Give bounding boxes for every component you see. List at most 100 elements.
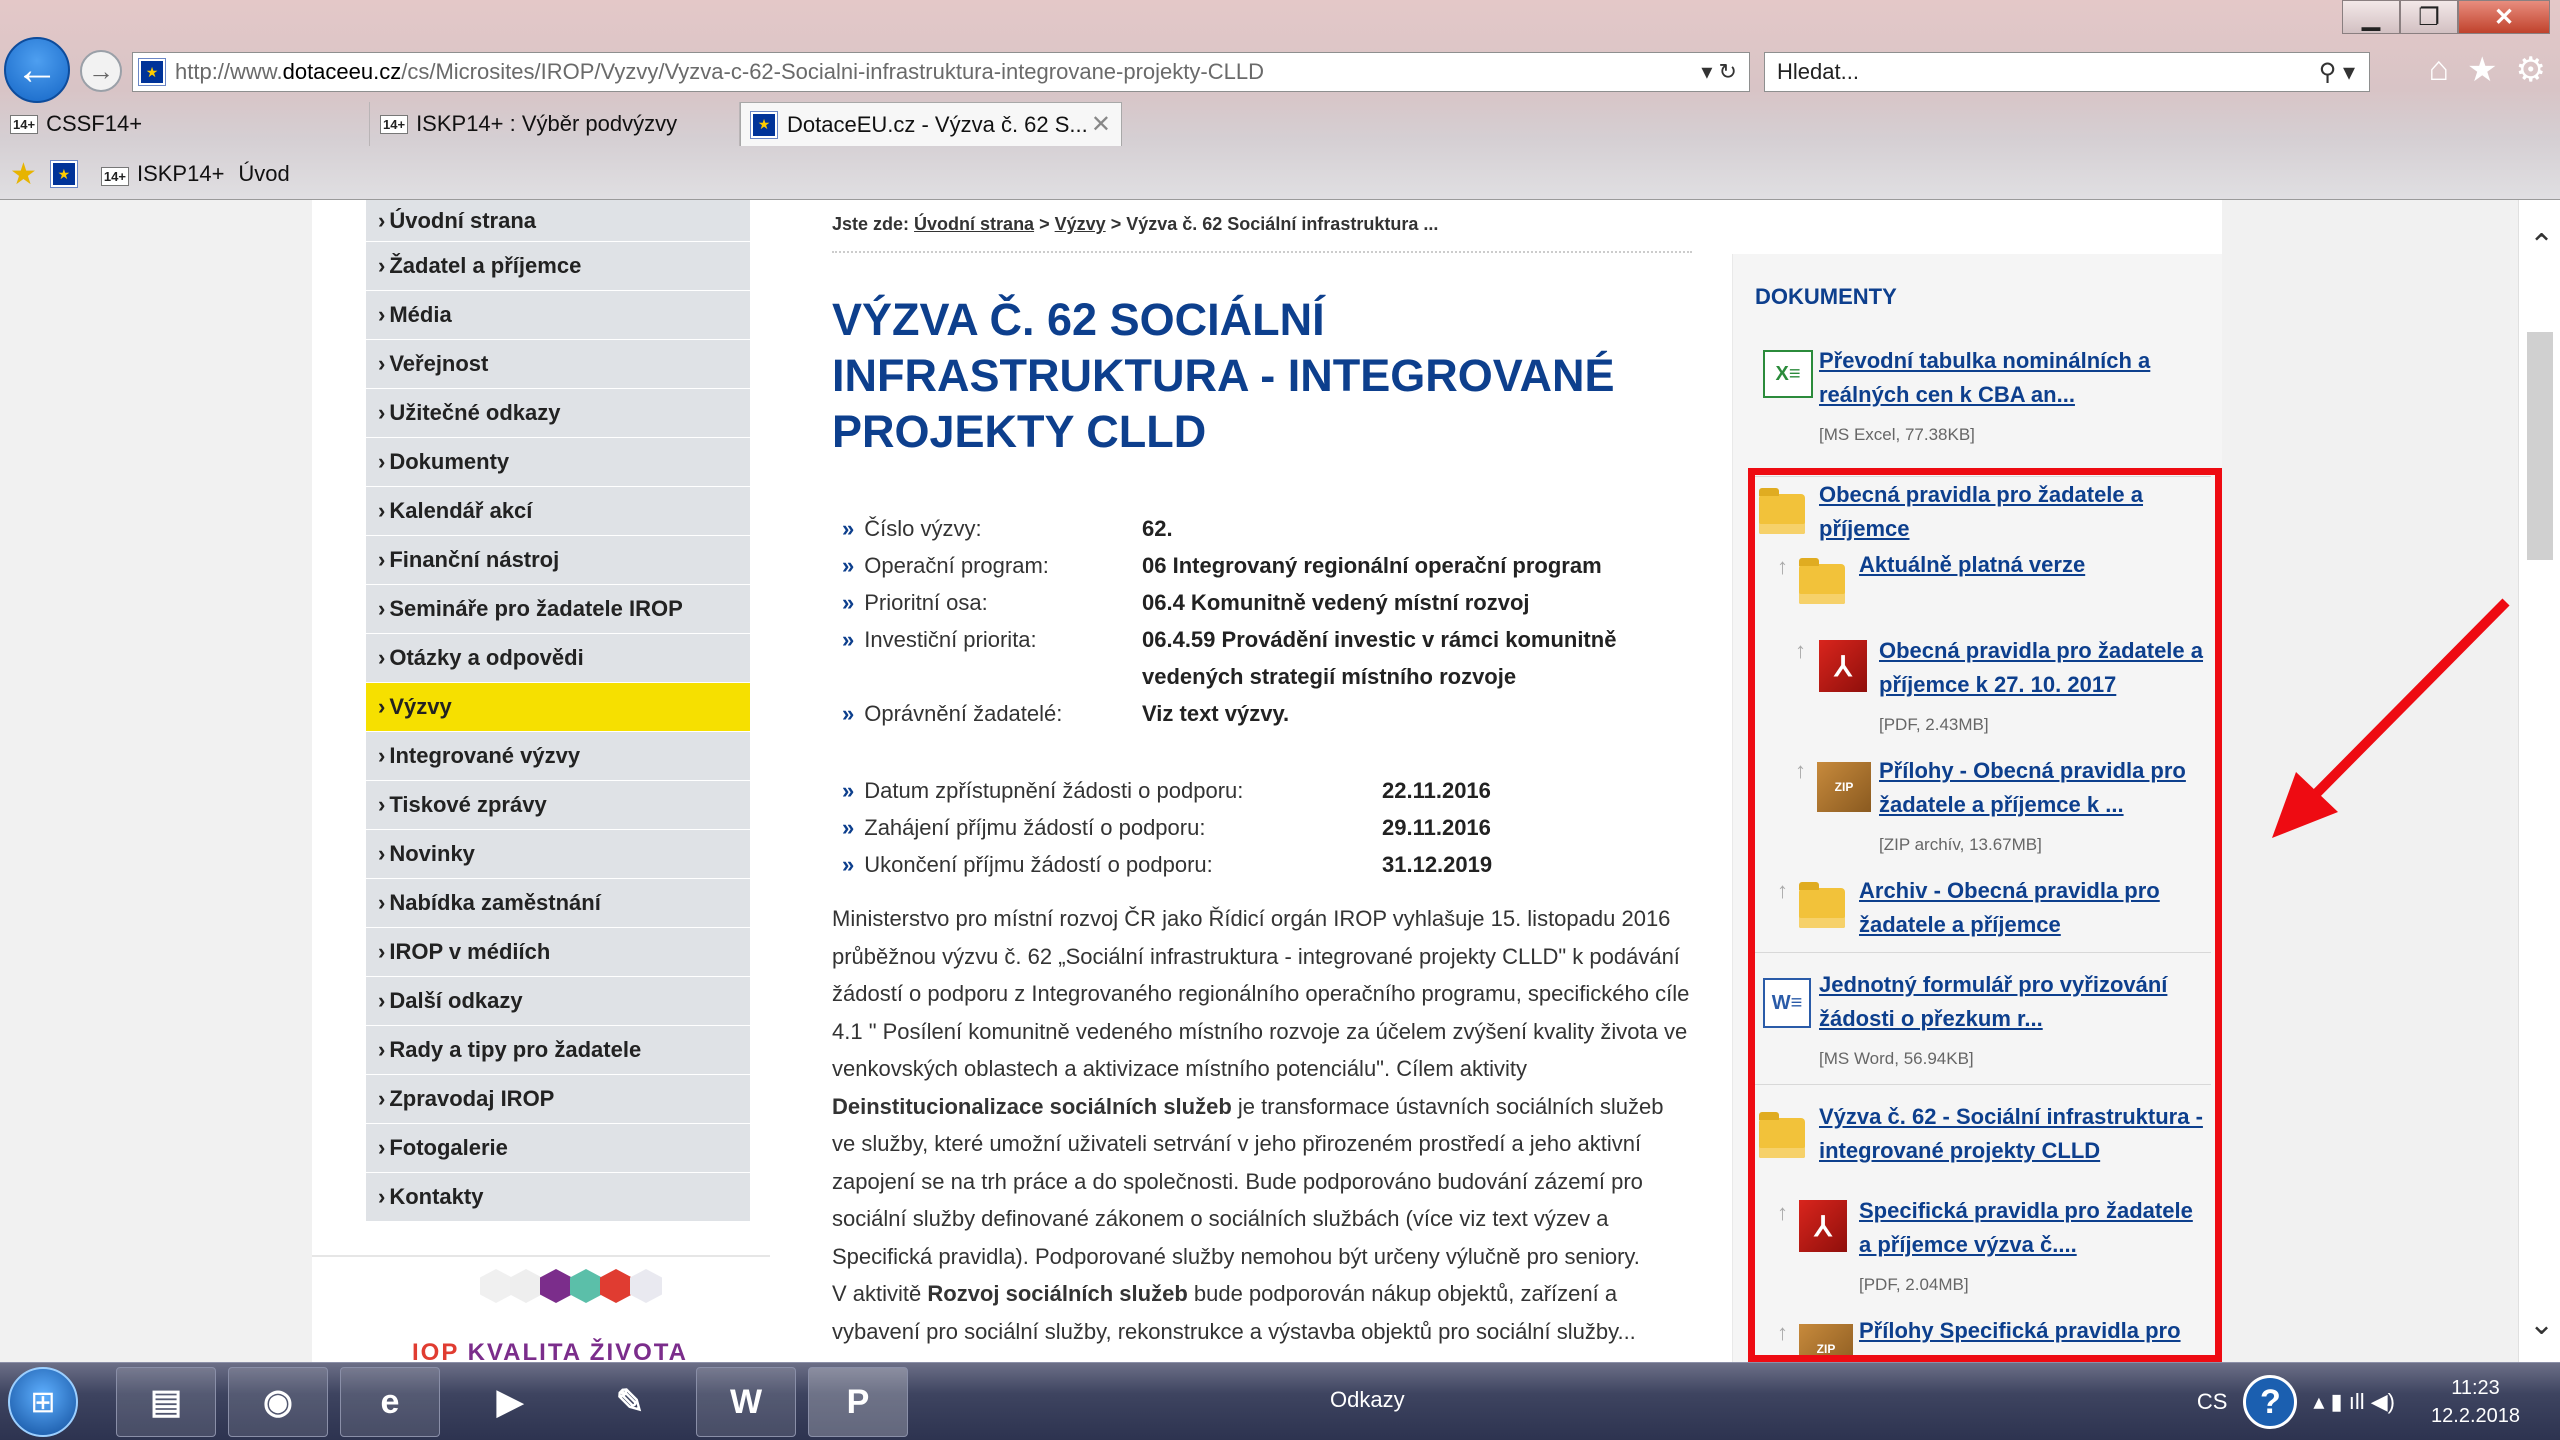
nav-item-label: Tiskové zprávy [389, 792, 547, 817]
tab-strip: 14+ CSSF14+ 14+ ISKP14+ : Výběr podvýzvy ★… [0, 102, 1122, 146]
info-value: 62. [1142, 516, 1173, 541]
taskbar-paint-icon[interactable]: ✎ [580, 1367, 680, 1437]
nav-item[interactable]: › Žadatel a příjemce [366, 242, 750, 291]
nav-arrow-icon: › [378, 1037, 386, 1062]
nav-item-label: Užitečné odkazy [389, 400, 561, 425]
breadcrumb-home-link[interactable]: Úvodní strana [914, 214, 1034, 234]
favorites-star-icon[interactable]: ★ [2467, 50, 2497, 90]
nav-item[interactable]: › Další odkazy [366, 977, 750, 1026]
info-key-label: Zahájení příjmu žádostí o podporu: [864, 815, 1206, 840]
refresh-icon[interactable]: ▾ ↻ [1701, 59, 1737, 85]
vertical-scrollbar[interactable]: ⌃ ⌄ [2518, 200, 2560, 1362]
bullet-icon: » [842, 778, 855, 803]
breadcrumb-section-link[interactable]: Výzvy [1055, 214, 1106, 234]
eu-flag-icon: ★ [750, 110, 778, 139]
nav-item[interactable]: › Výzvy [366, 683, 750, 732]
nav-item[interactable]: › Dokumenty [366, 438, 750, 487]
nav-item[interactable]: › Média [366, 291, 750, 340]
nav-item[interactable]: › Rady a tipy pro žadatele [366, 1026, 750, 1075]
taskbar-media-player-icon[interactable]: ▶ [460, 1367, 560, 1437]
minimize-button[interactable]: ▁ [2342, 0, 2400, 34]
clock[interactable]: 11:23 12.2.2018 [2431, 1374, 2520, 1430]
breadcrumb-current: Výzva č. 62 Sociální infrastruktura ... [1126, 214, 1439, 234]
search-icon[interactable]: ⚲ ▾ [2319, 58, 2355, 87]
favorite-iskp14[interactable]: 14+ ISKP14+ [100, 161, 225, 187]
nav-item[interactable]: › Užitečné odkazy [366, 389, 750, 438]
nav-item[interactable]: › Semináře pro žadatele IROP [366, 585, 750, 634]
close-tab-icon[interactable]: ✕ [1091, 110, 1111, 139]
tab-cssf14[interactable]: 14+ CSSF14+ [0, 102, 370, 146]
eu-flag-icon: ★ [138, 58, 166, 86]
language-indicator[interactable]: CS [2197, 1389, 2228, 1415]
nav-item[interactable]: › Otázky a odpovědi [366, 634, 750, 683]
bullet-icon: » [842, 553, 855, 578]
taskbar-internet-explorer-icon[interactable]: e [340, 1367, 440, 1437]
add-favorite-icon[interactable]: ★ [10, 157, 37, 192]
nav-item[interactable]: › Úvodní strana [366, 200, 750, 242]
back-button[interactable]: ← [4, 37, 70, 103]
help-icon[interactable]: ? [2243, 1375, 2298, 1429]
info-value: 06.4 Komunitně vedený místní rozvoj [1142, 590, 1530, 615]
start-button[interactable]: ⊞ [8, 1367, 78, 1437]
window-controls: ▁ ❐ ✕ [2342, 0, 2550, 34]
search-input[interactable]: Hledat... ⚲ ▾ [1764, 52, 2370, 92]
info-key: » Číslo výzvy: [842, 510, 1142, 547]
nav-item[interactable]: › Finanční nástroj [366, 536, 750, 585]
document-link[interactable]: Převodní tabulka nominálních a reálných … [1819, 348, 2150, 407]
annotation-arrow-shaft [2296, 598, 2510, 814]
settings-gear-icon[interactable]: ⚙ [2516, 50, 2546, 90]
main-navigation: › Úvodní strana › Žadatel a příjemce › Média ›… [366, 200, 750, 1222]
info-key: » Ukončení příjmu žádostí o podporu: [842, 846, 1382, 883]
scrollbar-thumb[interactable] [2527, 332, 2553, 560]
logo-hex [600, 1269, 632, 1303]
info-value: 22.11.2016 [1382, 778, 1491, 803]
logo-hex [570, 1269, 602, 1303]
nav-item[interactable]: › Tiskové zprávy [366, 781, 750, 830]
taskbar-explorer-icon[interactable]: ▤ [116, 1367, 216, 1437]
nav-item[interactable]: › IROP v médiích [366, 928, 750, 977]
nav-item[interactable]: › Kalendář akcí [366, 487, 750, 536]
taskbar-links-toolbar[interactable]: Odkazy [1330, 1387, 1405, 1413]
bullet-icon: » [842, 516, 855, 541]
nav-item[interactable]: › Zpravodaj IROP [366, 1075, 750, 1124]
nav-item-label: Média [389, 302, 452, 327]
address-bar[interactable]: ★ http://www. dotaceeu.cz/cs/Microsites/I… [132, 52, 1750, 92]
taskbar-powerpoint-icon[interactable]: P [808, 1367, 908, 1437]
taskbar-word-icon[interactable]: W [696, 1367, 796, 1437]
clock-time: 11:23 [2451, 1377, 2500, 1399]
forward-button[interactable]: → [80, 50, 122, 92]
scroll-down-icon[interactable]: ⌄ [2529, 1307, 2554, 1342]
iskp-logo-icon: 14+ [10, 114, 39, 134]
favorite-uvod[interactable]: Úvod [238, 161, 289, 187]
nav-item[interactable]: › Nabídka zaměstnání [366, 879, 750, 928]
nav-item-label: Výzvy [389, 694, 452, 719]
close-window-button[interactable]: ✕ [2458, 0, 2550, 34]
nav-item[interactable]: › Fotogalerie [366, 1124, 750, 1173]
scroll-up-icon[interactable]: ⌃ [2529, 228, 2554, 263]
tab-dotaceeu[interactable]: ★ DotaceEU.cz - Výzva č. 62 S... ✕ [740, 102, 1122, 146]
nav-item-label: Finanční nástroj [389, 547, 560, 572]
favorite-label: ISKP14+ [136, 161, 225, 186]
tray-icons[interactable]: ▴ ▮ ıll ◀) [2313, 1389, 2395, 1415]
eu-flag-icon[interactable]: ★ [49, 160, 78, 188]
tab-iskp14[interactable]: 14+ ISKP14+ : Výběr podvýzvy [370, 102, 740, 146]
info-value: 29.11.2016 [1382, 815, 1491, 840]
documents-title: DOKUMENTY [1755, 284, 1897, 309]
logo-hex [630, 1269, 662, 1303]
maximize-button[interactable]: ❐ [2400, 0, 2458, 34]
nav-arrow-icon: › [378, 253, 386, 278]
nav-item[interactable]: › Kontakty [366, 1173, 750, 1222]
nav-item[interactable]: › Veřejnost [366, 340, 750, 389]
annotation-highlight-box [1748, 468, 2222, 1362]
bullet-icon: » [842, 701, 855, 726]
info-key: » Oprávnění žadatelé: [842, 695, 1142, 732]
nav-item-label: Zpravodaj IROP [389, 1086, 555, 1111]
logo-hex [510, 1269, 542, 1303]
nav-item[interactable]: › Novinky [366, 830, 750, 879]
taskbar-chrome-icon[interactable]: ◉ [228, 1367, 328, 1437]
info-key-label: Oprávnění žadatelé: [864, 701, 1063, 726]
home-icon[interactable]: ⌂ [2428, 50, 2449, 90]
desc-text: Ministerstvo pro místní rozvoj ČR jako Ř… [832, 906, 1690, 1081]
nav-item[interactable]: › Integrované výzvy [366, 732, 750, 781]
nav-arrow-icon: › [378, 596, 386, 621]
